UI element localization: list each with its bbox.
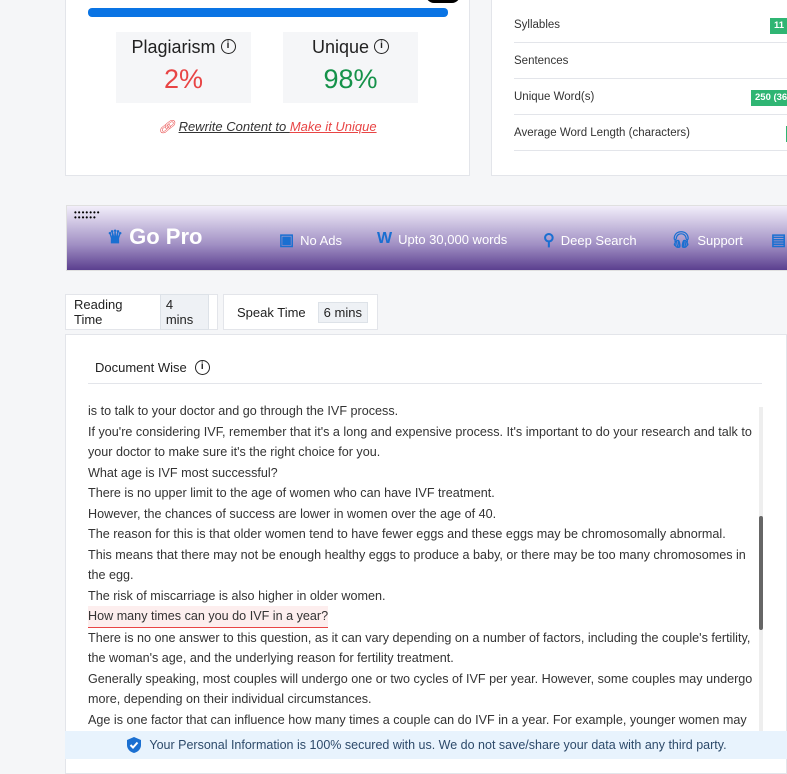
security-notice-text: Your Personal Information is 100% secure… [149, 738, 727, 752]
divider [88, 383, 762, 384]
rewrite-text[interactable]: Rewrite Content to [179, 119, 290, 134]
scrollbar-thumb[interactable] [759, 516, 763, 630]
text-line: is to talk to your doctor and go through… [88, 404, 399, 418]
link-icon: 🔗︎ [158, 119, 175, 134]
stat-row-sentences: Sentences [514, 43, 787, 79]
feature-words: W Upto 30,000 words [377, 230, 507, 248]
w-icon: W [377, 230, 393, 247]
unique-label: Unique [311, 37, 370, 57]
reading-time-value: 4 mins [159, 294, 209, 330]
text-line: However, the chances of success are lowe… [88, 506, 497, 521]
text-line: The reason for this is that older women … [88, 527, 726, 541]
text-line: The risk of miscarriage is also higher i… [88, 588, 386, 603]
stat-badge: 11 [770, 18, 787, 34]
document-title: Document Wise [95, 360, 187, 375]
stat-row-unique-words: Unique Word(s) 250 (36 [514, 79, 787, 115]
headphones-icon: 🎧︎ [671, 232, 692, 249]
stat-badge: 250 (36 [751, 90, 787, 106]
stat-label: Syllables [514, 19, 561, 31]
stat-row-avg-word-length: Average Word Length (characters) [514, 115, 787, 151]
rewrite-link[interactable]: 🔗︎ Rewrite Content to Make it Unique [66, 119, 469, 135]
feature-deep-search: ⚲ Deep Search [543, 230, 637, 250]
text-stats-card: Syllables 11 Sentences Unique Word(s) 250 … [491, 0, 787, 176]
ad-block-icon: ▣ [279, 232, 295, 249]
info-icon[interactable]: i [220, 39, 236, 54]
feature-support: 🎧︎ Support [671, 230, 743, 250]
text-line: If you're considering IVF, remember that… [88, 424, 752, 460]
unique-stat: Unique i 98% [283, 32, 418, 103]
make-unique-link[interactable]: Make it Unique [290, 119, 377, 134]
speak-time-value: 6 mins [317, 301, 368, 323]
stat-row-syllables: Syllables 11 [514, 7, 787, 43]
info-icon[interactable]: i [374, 39, 390, 54]
text-line: This means that there may not be enough … [88, 547, 746, 583]
progress-bar [88, 8, 448, 17]
text-line: There is no one answer to this question,… [88, 630, 751, 666]
plagiarism-value: 2% [163, 64, 204, 94]
feature-label: No Ads [300, 232, 343, 248]
highlighted-sentence[interactable]: How many times can you do IVF in a year? [88, 606, 329, 628]
dots-decoration: ••••••• •••••• [74, 208, 101, 222]
text-line: There is no upper limit to the age of wo… [88, 486, 495, 500]
plagiarism-result-card: Plagiarism i 2% Unique i 98% 🔗︎ Rewrite … [65, 0, 470, 176]
text-line: Age is one factor that can influence how… [88, 712, 747, 727]
report-icon: ▤ [771, 232, 787, 249]
feature-label: Deep Search [560, 232, 637, 248]
search-icon: ⚲ [543, 232, 555, 249]
feature-report: ▤ [771, 230, 786, 250]
plagiarism-stat: Plagiarism i 2% [116, 32, 251, 103]
feature-label: Support [697, 232, 743, 248]
crown-icon: ♛ [107, 226, 124, 247]
feature-no-ads: ▣ No Ads [279, 230, 342, 250]
text-line: What age is IVF most successful? [88, 465, 278, 480]
reading-time-label: Reading Time [74, 297, 123, 327]
text-line: Generally speaking, most couples will un… [88, 671, 753, 707]
plagiarism-label: Plagiarism [131, 37, 216, 57]
speak-time-label: Speak Time [237, 304, 306, 320]
info-icon[interactable]: i [194, 360, 210, 375]
go-pro-banner[interactable]: ••••••• •••••• ♛ Go Pro ▣ No Ads W Upto 30,0… [66, 205, 787, 271]
stat-label: Unique Word(s) [514, 91, 595, 103]
document-text[interactable]: is to talk to your doctor and go through… [88, 401, 760, 731]
speak-time: Speak Time 6 mins [223, 294, 378, 330]
unique-value: 98% [323, 64, 378, 94]
reading-time: Reading Time 4 mins [65, 294, 218, 330]
document-panel: Document Wise i is to talk to your doctor… [65, 334, 787, 774]
stat-label: Average Word Length (characters) [514, 127, 690, 139]
progress-marker [426, 0, 460, 3]
security-notice: Your Personal Information is 100% secure… [65, 731, 787, 759]
shield-check-icon [127, 737, 142, 753]
feature-label: Upto 30,000 words [398, 231, 508, 247]
stat-label: Sentences [514, 55, 569, 67]
scrollbar[interactable] [759, 407, 763, 737]
go-pro-title: Go Pro [129, 224, 203, 249]
